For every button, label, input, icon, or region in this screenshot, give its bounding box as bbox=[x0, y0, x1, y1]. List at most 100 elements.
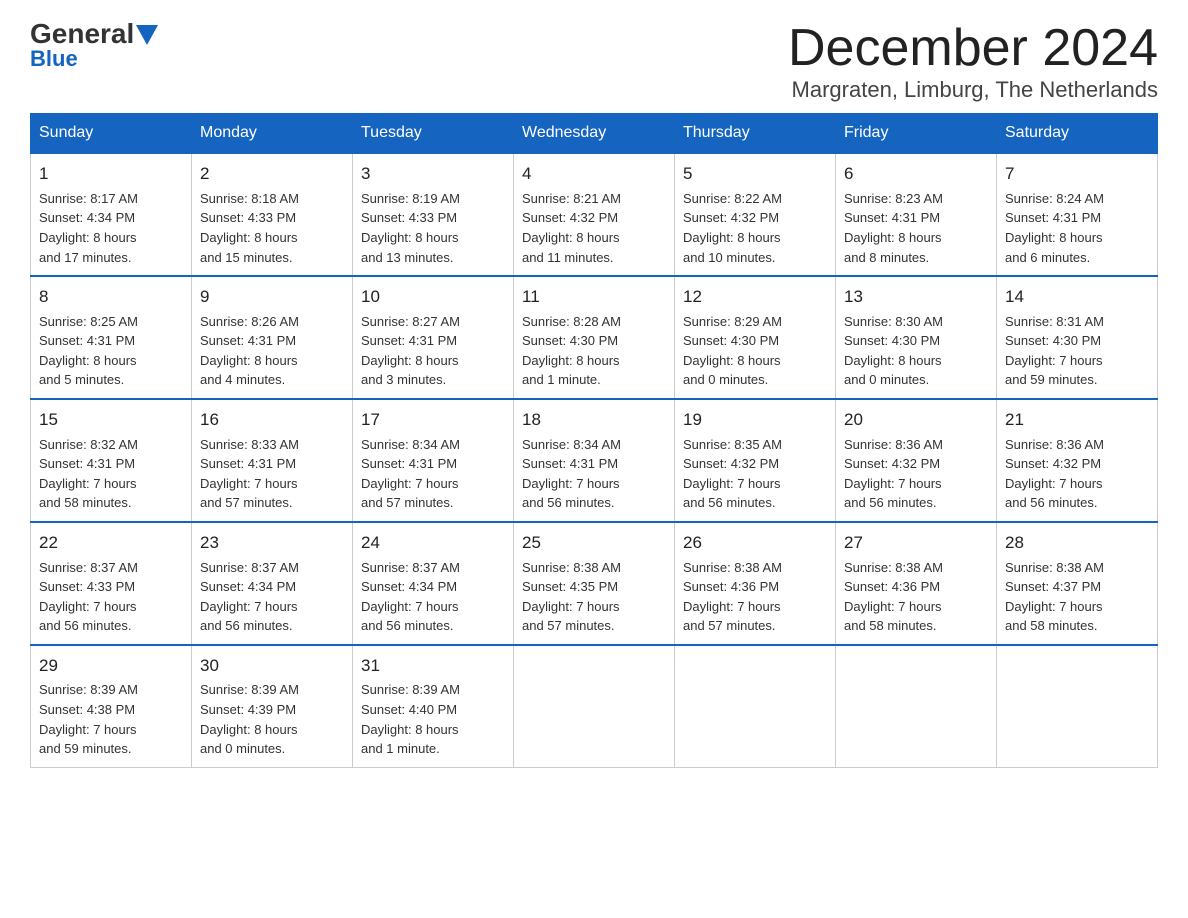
day-number: 29 bbox=[39, 654, 183, 679]
calendar-day-cell bbox=[836, 645, 997, 767]
day-number: 27 bbox=[844, 531, 988, 556]
column-header-friday: Friday bbox=[836, 114, 997, 154]
day-number: 2 bbox=[200, 162, 344, 187]
calendar-header-row: SundayMondayTuesdayWednesdayThursdayFrid… bbox=[31, 114, 1158, 154]
column-header-saturday: Saturday bbox=[997, 114, 1158, 154]
day-info: Sunrise: 8:23 AM Sunset: 4:31 PM Dayligh… bbox=[844, 191, 943, 265]
day-info: Sunrise: 8:38 AM Sunset: 4:37 PM Dayligh… bbox=[1005, 560, 1104, 634]
day-info: Sunrise: 8:29 AM Sunset: 4:30 PM Dayligh… bbox=[683, 314, 782, 388]
day-info: Sunrise: 8:34 AM Sunset: 4:31 PM Dayligh… bbox=[361, 437, 460, 511]
calendar-day-cell: 3 Sunrise: 8:19 AM Sunset: 4:33 PM Daylig… bbox=[353, 153, 514, 276]
calendar-day-cell: 10 Sunrise: 8:27 AM Sunset: 4:31 PM Dayli… bbox=[353, 276, 514, 399]
calendar-day-cell: 18Sunrise: 8:34 AM Sunset: 4:31 PM Dayli… bbox=[514, 399, 675, 522]
calendar-day-cell: 25 Sunrise: 8:38 AM Sunset: 4:35 PM Dayli… bbox=[514, 522, 675, 645]
day-number: 12 bbox=[683, 285, 827, 310]
calendar-day-cell bbox=[514, 645, 675, 767]
day-info: Sunrise: 8:37 AM Sunset: 4:34 PM Dayligh… bbox=[361, 560, 460, 634]
day-info: Sunrise: 8:36 AM Sunset: 4:32 PM Dayligh… bbox=[844, 437, 943, 511]
day-info: Sunrise: 8:22 AM Sunset: 4:32 PM Dayligh… bbox=[683, 191, 782, 265]
calendar-day-cell: 14Sunrise: 8:31 AM Sunset: 4:30 PM Dayli… bbox=[997, 276, 1158, 399]
calendar-day-cell: 19Sunrise: 8:35 AM Sunset: 4:32 PM Dayli… bbox=[675, 399, 836, 522]
calendar-week-row: 22 Sunrise: 8:37 AM Sunset: 4:33 PM Dayli… bbox=[31, 522, 1158, 645]
day-info: Sunrise: 8:24 AM Sunset: 4:31 PM Dayligh… bbox=[1005, 191, 1104, 265]
day-info: Sunrise: 8:38 AM Sunset: 4:35 PM Dayligh… bbox=[522, 560, 621, 634]
calendar-day-cell: 21 Sunrise: 8:36 AM Sunset: 4:32 PM Dayli… bbox=[997, 399, 1158, 522]
day-number: 13 bbox=[844, 285, 988, 310]
day-info: Sunrise: 8:27 AM Sunset: 4:31 PM Dayligh… bbox=[361, 314, 460, 388]
day-info: Sunrise: 8:26 AM Sunset: 4:31 PM Dayligh… bbox=[200, 314, 299, 388]
day-number: 1 bbox=[39, 162, 183, 187]
day-number: 6 bbox=[844, 162, 988, 187]
calendar-day-cell: 29 Sunrise: 8:39 AM Sunset: 4:38 PM Dayli… bbox=[31, 645, 192, 767]
calendar-week-row: 8 Sunrise: 8:25 AM Sunset: 4:31 PM Daylig… bbox=[31, 276, 1158, 399]
calendar-day-cell: 23 Sunrise: 8:37 AM Sunset: 4:34 PM Dayli… bbox=[192, 522, 353, 645]
calendar-day-cell: 15 Sunrise: 8:32 AM Sunset: 4:31 PM Dayli… bbox=[31, 399, 192, 522]
day-info: Sunrise: 8:36 AM Sunset: 4:32 PM Dayligh… bbox=[1005, 437, 1104, 511]
calendar-day-cell: 28Sunrise: 8:38 AM Sunset: 4:37 PM Dayli… bbox=[997, 522, 1158, 645]
column-header-wednesday: Wednesday bbox=[514, 114, 675, 154]
day-info: Sunrise: 8:30 AM Sunset: 4:30 PM Dayligh… bbox=[844, 314, 943, 388]
day-info: Sunrise: 8:17 AM Sunset: 4:34 PM Dayligh… bbox=[39, 191, 138, 265]
location-title: Margraten, Limburg, The Netherlands bbox=[788, 77, 1158, 103]
calendar-day-cell: 22 Sunrise: 8:37 AM Sunset: 4:33 PM Dayli… bbox=[31, 522, 192, 645]
day-number: 3 bbox=[361, 162, 505, 187]
day-number: 4 bbox=[522, 162, 666, 187]
logo: General Blue bbox=[30, 20, 158, 72]
day-number: 20 bbox=[844, 408, 988, 433]
calendar-day-cell bbox=[675, 645, 836, 767]
day-info: Sunrise: 8:38 AM Sunset: 4:36 PM Dayligh… bbox=[683, 560, 782, 634]
day-info: Sunrise: 8:33 AM Sunset: 4:31 PM Dayligh… bbox=[200, 437, 299, 511]
day-info: Sunrise: 8:37 AM Sunset: 4:34 PM Dayligh… bbox=[200, 560, 299, 634]
day-info: Sunrise: 8:21 AM Sunset: 4:32 PM Dayligh… bbox=[522, 191, 621, 265]
calendar-day-cell: 31 Sunrise: 8:39 AM Sunset: 4:40 PM Dayli… bbox=[353, 645, 514, 767]
day-number: 26 bbox=[683, 531, 827, 556]
day-info: Sunrise: 8:28 AM Sunset: 4:30 PM Dayligh… bbox=[522, 314, 621, 388]
day-number: 9 bbox=[200, 285, 344, 310]
day-info: Sunrise: 8:19 AM Sunset: 4:33 PM Dayligh… bbox=[361, 191, 460, 265]
day-number: 11 bbox=[522, 285, 666, 310]
day-info: Sunrise: 8:32 AM Sunset: 4:31 PM Dayligh… bbox=[39, 437, 138, 511]
day-info: Sunrise: 8:35 AM Sunset: 4:32 PM Dayligh… bbox=[683, 437, 782, 511]
calendar-week-row: 1 Sunrise: 8:17 AM Sunset: 4:34 PM Daylig… bbox=[31, 153, 1158, 276]
day-number: 21 bbox=[1005, 408, 1149, 433]
day-number: 17 bbox=[361, 408, 505, 433]
day-number: 15 bbox=[39, 408, 183, 433]
page-header: General Blue December 2024 Margraten, Li… bbox=[30, 20, 1158, 103]
day-info: Sunrise: 8:37 AM Sunset: 4:33 PM Dayligh… bbox=[39, 560, 138, 634]
calendar-day-cell: 13 Sunrise: 8:30 AM Sunset: 4:30 PM Dayli… bbox=[836, 276, 997, 399]
day-number: 25 bbox=[522, 531, 666, 556]
calendar-day-cell: 16Sunrise: 8:33 AM Sunset: 4:31 PM Dayli… bbox=[192, 399, 353, 522]
calendar-day-cell bbox=[997, 645, 1158, 767]
logo-blue-text: Blue bbox=[30, 46, 78, 72]
day-number: 30 bbox=[200, 654, 344, 679]
calendar-day-cell: 8 Sunrise: 8:25 AM Sunset: 4:31 PM Daylig… bbox=[31, 276, 192, 399]
day-number: 14 bbox=[1005, 285, 1149, 310]
column-header-tuesday: Tuesday bbox=[353, 114, 514, 154]
calendar-day-cell: 9 Sunrise: 8:26 AM Sunset: 4:31 PM Daylig… bbox=[192, 276, 353, 399]
column-header-monday: Monday bbox=[192, 114, 353, 154]
day-number: 31 bbox=[361, 654, 505, 679]
day-number: 5 bbox=[683, 162, 827, 187]
calendar-day-cell: 12 Sunrise: 8:29 AM Sunset: 4:30 PM Dayli… bbox=[675, 276, 836, 399]
day-info: Sunrise: 8:39 AM Sunset: 4:40 PM Dayligh… bbox=[361, 682, 460, 756]
day-number: 18 bbox=[522, 408, 666, 433]
calendar-day-cell: 2 Sunrise: 8:18 AM Sunset: 4:33 PM Daylig… bbox=[192, 153, 353, 276]
day-number: 8 bbox=[39, 285, 183, 310]
calendar-week-row: 15 Sunrise: 8:32 AM Sunset: 4:31 PM Dayli… bbox=[31, 399, 1158, 522]
calendar-day-cell: 6 Sunrise: 8:23 AM Sunset: 4:31 PM Daylig… bbox=[836, 153, 997, 276]
day-number: 22 bbox=[39, 531, 183, 556]
title-block: December 2024 Margraten, Limburg, The Ne… bbox=[788, 20, 1158, 103]
day-number: 10 bbox=[361, 285, 505, 310]
calendar-day-cell: 11 Sunrise: 8:28 AM Sunset: 4:30 PM Dayli… bbox=[514, 276, 675, 399]
logo-triangle-icon bbox=[136, 25, 158, 45]
calendar-day-cell: 4 Sunrise: 8:21 AM Sunset: 4:32 PM Daylig… bbox=[514, 153, 675, 276]
day-info: Sunrise: 8:18 AM Sunset: 4:33 PM Dayligh… bbox=[200, 191, 299, 265]
calendar-day-cell: 5 Sunrise: 8:22 AM Sunset: 4:32 PM Daylig… bbox=[675, 153, 836, 276]
day-info: Sunrise: 8:25 AM Sunset: 4:31 PM Dayligh… bbox=[39, 314, 138, 388]
calendar-day-cell: 7Sunrise: 8:24 AM Sunset: 4:31 PM Daylig… bbox=[997, 153, 1158, 276]
calendar-day-cell: 30Sunrise: 8:39 AM Sunset: 4:39 PM Dayli… bbox=[192, 645, 353, 767]
day-number: 23 bbox=[200, 531, 344, 556]
calendar-day-cell: 27Sunrise: 8:38 AM Sunset: 4:36 PM Dayli… bbox=[836, 522, 997, 645]
day-info: Sunrise: 8:39 AM Sunset: 4:38 PM Dayligh… bbox=[39, 682, 138, 756]
calendar-day-cell: 26 Sunrise: 8:38 AM Sunset: 4:36 PM Dayli… bbox=[675, 522, 836, 645]
